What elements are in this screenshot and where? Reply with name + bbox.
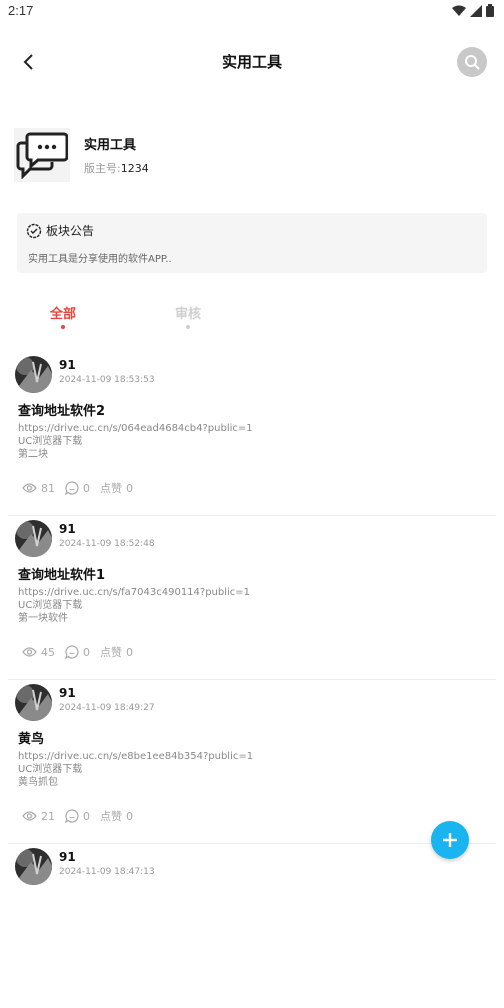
post-content-line: UC浏览器下载	[18, 764, 83, 775]
page-title: 实用工具	[221, 53, 282, 71]
likes-count: 0	[126, 481, 133, 495]
like-label: 点赞	[100, 646, 122, 659]
tab-review-label: 审核	[174, 307, 201, 322]
avatar[interactable]	[15, 684, 52, 721]
views-count: 21	[41, 809, 55, 823]
post-title: 黄鸟	[18, 732, 45, 747]
post-content-line: https://drive.uc.cn/s/e8be1ee84b354?publ…	[18, 751, 254, 762]
post-content-line: UC浏览器下载	[18, 436, 83, 447]
avatar[interactable]	[15, 520, 52, 557]
avatar[interactable]	[15, 848, 52, 885]
tab-indicator	[186, 325, 190, 329]
moderator-info: 版主号:1234	[84, 160, 149, 176]
views-count: 45	[41, 645, 55, 659]
comments-stat[interactable]: 0	[65, 645, 90, 659]
tab-bar: 全部 审核	[0, 303, 504, 333]
post-card[interactable]: 91 2024-11-09 18:47:13	[0, 844, 504, 1008]
notice-text: 实用工具是分享使用的软件APP..	[28, 254, 172, 265]
comments-count: 0	[83, 481, 90, 495]
likes-count: 0	[126, 645, 133, 659]
views-stat: 45	[22, 646, 55, 659]
search-icon	[465, 55, 480, 70]
post-card[interactable]: 91 2024-11-09 18:52:48 查询地址软件1 https://driv…	[0, 516, 504, 680]
post-content-line: 第一块软件	[18, 613, 68, 624]
post-username: 91	[59, 850, 76, 864]
notice-heading-row: 板块公告	[26, 222, 94, 239]
status-bar: 2:17	[0, 0, 504, 24]
post-time: 2024-11-09 18:53:53	[59, 375, 155, 385]
avatar[interactable]	[15, 356, 52, 393]
comment-icon	[65, 481, 79, 495]
post-content-line: https://drive.uc.cn/s/fa7043c490114?publ…	[18, 587, 251, 598]
notice-card[interactable]: 板块公告 实用工具是分享使用的软件APP..	[17, 213, 487, 273]
post-title: 查询地址软件2	[18, 404, 106, 419]
search-button[interactable]	[457, 47, 487, 77]
views-stat: 21	[22, 810, 55, 823]
post-content: https://drive.uc.cn/s/e8be1ee84b354?publ…	[18, 750, 253, 789]
comment-icon	[65, 809, 79, 823]
notice-heading: 板块公告	[46, 224, 95, 238]
like-label: 点赞	[100, 810, 122, 823]
views-count: 81	[41, 481, 55, 495]
post-stats: 81 0 点赞 0	[22, 480, 143, 496]
like-label: 点赞	[100, 482, 122, 495]
plus-icon	[443, 833, 457, 847]
post-time: 2024-11-09 18:49:27	[59, 703, 155, 713]
post-username: 91	[59, 686, 76, 700]
comments-stat[interactable]: 0	[65, 809, 90, 823]
likes-stat[interactable]: 点赞 0	[100, 480, 133, 496]
post-content-line: 黄鸟抓包	[18, 777, 58, 788]
add-post-button[interactable]	[431, 821, 469, 859]
views-stat: 81	[22, 482, 55, 495]
post-username: 91	[59, 358, 76, 372]
comments-count: 0	[83, 645, 90, 659]
wifi-icon	[452, 5, 466, 16]
post-title: 查询地址软件1	[18, 568, 106, 583]
signal-icon	[470, 4, 482, 17]
chat-bubbles-icon	[16, 132, 68, 179]
post-content-line: 第二块	[18, 449, 48, 460]
comment-icon	[65, 645, 79, 659]
comments-count: 0	[83, 809, 90, 823]
post-time: 2024-11-09 18:47:13	[59, 867, 155, 877]
tab-review[interactable]: 审核	[158, 303, 218, 329]
forum-name: 实用工具	[84, 138, 137, 153]
post-card[interactable]: 91 2024-11-09 18:53:53 查询地址软件2 https://driv…	[0, 352, 504, 516]
moderator-value: 1234	[120, 162, 149, 175]
status-time: 2:17	[8, 3, 34, 18]
forum-header: 实用工具 版主号:1234	[14, 128, 484, 184]
post-username: 91	[59, 522, 76, 536]
likes-count: 0	[126, 809, 133, 823]
post-content-line: UC浏览器下载	[18, 600, 83, 611]
post-time: 2024-11-09 18:52:48	[59, 539, 155, 549]
post-content-line: https://drive.uc.cn/s/064ead4684cb4?publ…	[18, 423, 253, 434]
tab-all-label: 全部	[49, 307, 76, 322]
tab-all[interactable]: 全部	[33, 303, 93, 329]
post-content: https://drive.uc.cn/s/fa7043c490114?publ…	[18, 586, 250, 625]
eye-icon	[22, 647, 37, 657]
post-card[interactable]: 91 2024-11-09 18:49:27 黄鸟 https://drive.uc.…	[0, 680, 504, 844]
status-icons	[452, 4, 494, 17]
forum-icon	[14, 128, 70, 182]
tab-indicator	[61, 325, 65, 329]
likes-stat[interactable]: 点赞 0	[100, 644, 133, 660]
app-bar: 实用工具	[0, 36, 504, 88]
battery-icon	[486, 4, 494, 17]
eye-icon	[22, 811, 37, 821]
post-stats: 21 0 点赞 0	[22, 808, 143, 824]
badge-check-icon	[26, 223, 42, 238]
moderator-label: 版主号:	[84, 162, 121, 175]
eye-icon	[22, 483, 37, 493]
post-content: https://drive.uc.cn/s/064ead4684cb4?publ…	[18, 422, 253, 461]
comments-stat[interactable]: 0	[65, 481, 90, 495]
likes-stat[interactable]: 点赞 0	[100, 808, 133, 824]
post-stats: 45 0 点赞 0	[22, 644, 143, 660]
